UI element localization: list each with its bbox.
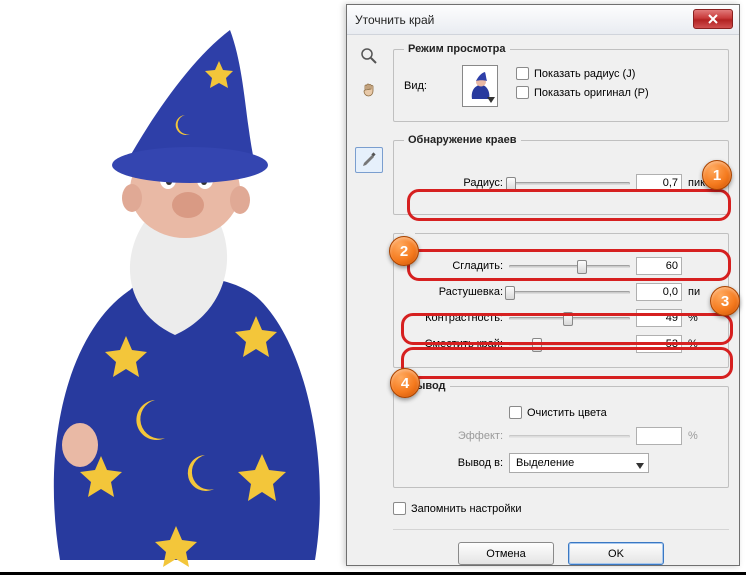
chevron-down-icon (486, 95, 496, 105)
divider (393, 529, 729, 530)
checkbox-show-radius[interactable]: Показать радиус (J) (516, 67, 649, 80)
fieldset-edge-detection: Обнаружение краев Радиус: пикс. (393, 134, 729, 215)
legend-view-mode: Режим просмотра (404, 43, 510, 55)
canvas-preview (0, 0, 346, 572)
zoom-tool[interactable] (355, 43, 383, 69)
effect-unit: % (682, 430, 718, 442)
smooth-label: Сгладить: (404, 260, 509, 272)
smooth-slider[interactable] (509, 257, 630, 275)
titlebar[interactable]: Уточнить край (347, 5, 739, 35)
contrast-unit: % (682, 312, 718, 324)
cancel-button[interactable]: Отмена (458, 542, 554, 565)
effect-label: Эффект: (404, 430, 509, 442)
shift-unit: % (682, 338, 718, 350)
contrast-slider[interactable] (509, 309, 630, 327)
row-contrast: Контрастность: % (404, 309, 718, 327)
fieldset-view-mode: Режим просмотра Вид: Показат (393, 43, 729, 122)
wizard-image (0, 0, 346, 572)
refine-edge-dialog: Уточнить край Режим (346, 4, 740, 566)
chevron-down-icon (636, 460, 644, 472)
shift-label: Сместить край: (404, 338, 509, 350)
row-output-to: Вывод в: Выделение (404, 453, 718, 473)
radius-slider[interactable] (509, 174, 630, 192)
radius-label: Радиус: (404, 177, 509, 189)
feather-slider[interactable] (509, 283, 630, 301)
brush-icon (360, 151, 378, 169)
smooth-input[interactable] (636, 257, 682, 275)
feather-label: Растушевка: (404, 286, 509, 298)
effect-input (636, 427, 682, 445)
fieldset-adjust-edge: Сгладить: Растушевка: пи Контрастность: (393, 227, 729, 368)
row-radius: Радиус: пикс. (404, 174, 718, 192)
ok-button[interactable]: OK (568, 542, 664, 565)
cleanup-colors-label: Очистить цвета (527, 407, 607, 419)
shift-edge-input[interactable] (636, 335, 682, 353)
legend-edge-detection: Обнаружение краев (404, 134, 521, 146)
remember-label: Запомнить настройки (411, 503, 522, 515)
show-original-label: Показать оригинал (P) (534, 87, 649, 99)
contrast-input[interactable] (636, 309, 682, 327)
close-icon (708, 14, 718, 24)
view-thumbnail-picker[interactable] (462, 65, 498, 107)
row-smooth: Сгладить: (404, 257, 718, 275)
callout-2: 2 (389, 236, 419, 266)
checkbox-remember-settings[interactable]: Запомнить настройки (393, 502, 522, 515)
row-feather: Растушевка: пи (404, 283, 718, 301)
output-to-label: Вывод в: (404, 457, 509, 469)
dialog-title: Уточнить край (355, 13, 434, 27)
checkbox-cleanup-colors[interactable]: Очистить цвета (509, 406, 607, 419)
zoom-icon (360, 47, 378, 65)
row-shift-edge: Сместить край: % (404, 335, 718, 353)
hand-tool[interactable] (355, 77, 383, 103)
callout-3: 3 (710, 286, 740, 316)
effect-slider (509, 427, 630, 445)
output-to-value: Выделение (516, 457, 574, 469)
view-label: Вид: (404, 80, 454, 92)
radius-input[interactable] (636, 174, 682, 192)
fieldset-output: Вывод Очистить цвета Эффект: % Вывод в: (393, 380, 729, 488)
row-effect: Эффект: % (404, 427, 718, 445)
close-button[interactable] (693, 9, 733, 29)
shift-edge-slider[interactable] (509, 335, 630, 353)
callout-1: 1 (702, 160, 732, 190)
contrast-label: Контрастность: (404, 312, 509, 324)
checkbox-show-original[interactable]: Показать оригинал (P) (516, 86, 649, 99)
brush-tool[interactable] (355, 147, 383, 173)
callout-4: 4 (390, 368, 420, 398)
show-radius-label: Показать радиус (J) (534, 68, 635, 80)
output-to-select[interactable]: Выделение (509, 453, 649, 473)
hand-icon (360, 81, 378, 99)
feather-input[interactable] (636, 283, 682, 301)
